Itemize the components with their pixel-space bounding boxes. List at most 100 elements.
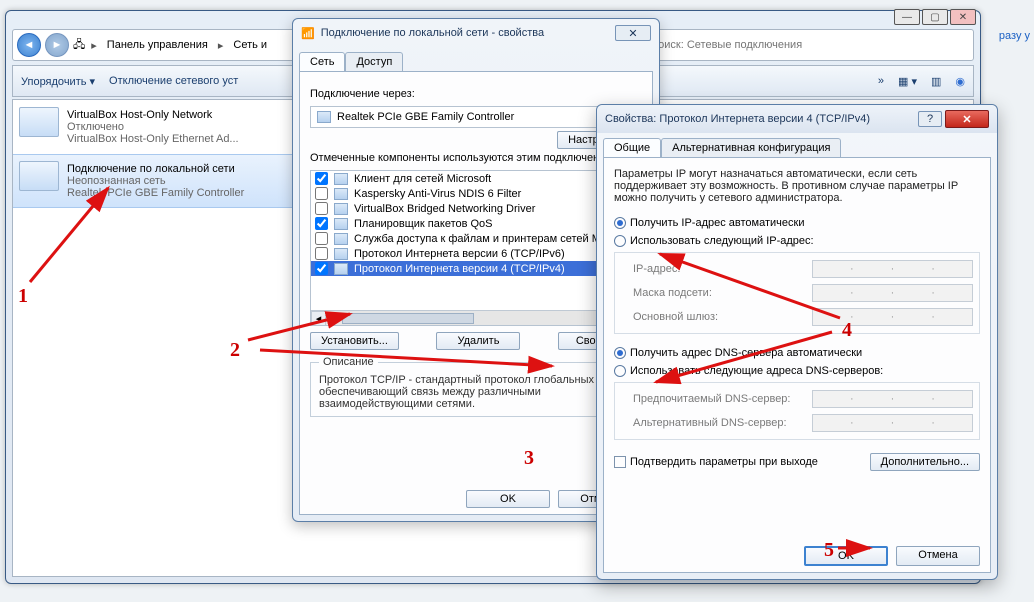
component-checkbox[interactable]	[315, 217, 328, 230]
tab-pane: Параметры IP могут назначаться автоматич…	[603, 157, 991, 573]
overflow-button[interactable]: »	[878, 75, 884, 87]
tab-access[interactable]: Доступ	[345, 52, 403, 71]
component-icon	[334, 263, 348, 275]
description-text: Протокол TCP/IP - стандартный протокол г…	[319, 374, 633, 410]
close-button[interactable]: ✕	[945, 110, 989, 128]
component-checkbox[interactable]	[315, 172, 328, 185]
component-icon	[334, 248, 348, 260]
ip-address-label: IP-адрес:	[633, 263, 808, 275]
preferred-dns-field: ···	[812, 390, 973, 408]
annotation-4: 4	[842, 320, 852, 340]
subnet-mask-field: ···	[812, 284, 973, 302]
close-button[interactable]: ✕	[615, 25, 651, 41]
tab-general[interactable]: Общие	[603, 138, 661, 157]
component-icon	[334, 203, 348, 215]
breadcrumb-item[interactable]: Сеть и	[229, 37, 271, 53]
horizontal-scrollbar[interactable]: ◂ ▸	[311, 310, 641, 325]
component-icon	[334, 233, 348, 245]
close-button[interactable]: ✕	[950, 9, 976, 25]
ip-address-field: ···	[812, 260, 973, 278]
radio-auto-ip[interactable]: Получить IP-адрес автоматически	[614, 214, 980, 232]
subnet-mask-label: Маска подсети:	[633, 287, 808, 299]
nic-icon	[317, 111, 331, 123]
validate-checkbox-row[interactable]: Подтвердить параметры при выходе Дополни…	[614, 450, 980, 474]
dialog-title: Подключение по локальной сети - свойства	[321, 27, 544, 39]
components-list[interactable]: Клиент для сетей Microsoft Kaspersky Ant…	[310, 170, 642, 326]
checkbox-icon[interactable]	[614, 456, 626, 468]
remove-button[interactable]: Удалить	[436, 332, 520, 350]
component-row[interactable]: Планировщик пакетов QoS	[311, 216, 641, 231]
help-icon[interactable]: ◉	[955, 75, 965, 88]
component-checkbox[interactable]	[315, 232, 328, 245]
alternate-dns-label: Альтернативный DNS-сервер:	[633, 417, 808, 429]
component-row[interactable]: Протокол Интернета версии 6 (TCP/IPv6)	[311, 246, 641, 261]
nic-icon	[19, 161, 59, 191]
minimize-button[interactable]: —	[894, 9, 920, 25]
search-input[interactable]	[650, 39, 969, 51]
alternate-dns-field: ···	[812, 414, 973, 432]
component-label: Планировщик пакетов QoS	[354, 218, 493, 230]
dialog-title: Свойства: Протокол Интернета версии 4 (T…	[605, 113, 870, 125]
advanced-button[interactable]: Дополнительно...	[870, 453, 980, 471]
radio-label: Получить IP-адрес автоматически	[630, 217, 804, 229]
help-button[interactable]: ?	[918, 111, 942, 127]
radio-icon[interactable]	[614, 217, 626, 229]
maximize-button[interactable]: ▢	[922, 9, 948, 25]
preview-pane-icon[interactable]: ▥	[931, 75, 941, 88]
component-checkbox[interactable]	[315, 202, 328, 215]
description-heading: Описание	[319, 356, 378, 368]
component-checkbox[interactable]	[315, 187, 328, 200]
forward-button[interactable]: ►	[45, 33, 69, 57]
gateway-label: Основной шлюз:	[633, 311, 808, 323]
disable-device-button[interactable]: Отключение сетевого уст	[109, 75, 238, 87]
breadcrumb-item[interactable]: Панель управления	[103, 37, 212, 53]
component-row-ipv4[interactable]: Протокол Интернета версии 4 (TCP/IPv4)	[311, 261, 641, 276]
component-label: VirtualBox Bridged Networking Driver	[354, 203, 535, 215]
component-checkbox[interactable]	[315, 262, 328, 275]
nic-icon	[19, 107, 59, 137]
components-intro: Отмеченные компоненты используются этим …	[310, 152, 642, 164]
ipv4-properties-window: Свойства: Протокол Интернета версии 4 (T…	[596, 104, 998, 580]
radio-manual-dns[interactable]: Использовать следующие адреса DNS-сервер…	[614, 362, 980, 380]
install-button[interactable]: Установить...	[310, 332, 399, 350]
scroll-thumb[interactable]	[342, 313, 474, 324]
component-label: Служба доступа к файлам и принтерам сете…	[354, 233, 636, 245]
ok-button[interactable]: OK	[804, 546, 888, 566]
dialog-titlebar: Свойства: Протокол Интернета версии 4 (T…	[597, 105, 997, 133]
breadcrumb-sep	[216, 39, 226, 52]
component-row[interactable]: VirtualBox Bridged Networking Driver	[311, 201, 641, 216]
radio-icon[interactable]	[614, 347, 626, 359]
ok-button[interactable]: OK	[466, 490, 550, 508]
component-label: Kaspersky Anti-Virus NDIS 6 Filter	[354, 188, 521, 200]
tab-network[interactable]: Сеть	[299, 52, 345, 71]
description-group: Описание Протокол TCP/IP - стандартный п…	[310, 356, 642, 417]
organize-menu[interactable]: Упорядочить ▾	[21, 75, 95, 88]
radio-manual-ip[interactable]: Использовать следующий IP-адрес:	[614, 232, 980, 250]
component-checkbox[interactable]	[315, 247, 328, 260]
radio-icon[interactable]	[614, 235, 626, 247]
component-row[interactable]: Kaspersky Anti-Virus NDIS 6 Filter	[311, 186, 641, 201]
dialog-titlebar: 📶 Подключение по локальной сети - свойст…	[293, 19, 659, 47]
view-icon[interactable]: ▦ ▾	[898, 75, 917, 88]
adapter-field: Realtek PCIe GBE Family Controller	[310, 106, 642, 128]
intro-text: Параметры IP могут назначаться автоматич…	[614, 168, 980, 204]
component-icon	[334, 218, 348, 230]
preferred-dns-label: Предпочитаемый DNS-сервер:	[633, 393, 808, 405]
component-row[interactable]: Служба доступа к файлам и принтерам сете…	[311, 231, 641, 246]
breadcrumb-sep	[89, 39, 99, 52]
radio-auto-dns[interactable]: Получить адрес DNS-сервера автоматически	[614, 344, 980, 362]
radio-icon[interactable]	[614, 365, 626, 377]
cancel-button[interactable]: Отмена	[896, 546, 980, 566]
annotation-3: 3	[524, 448, 534, 468]
radio-label: Использовать следующий IP-адрес:	[630, 235, 814, 247]
tab-alternative[interactable]: Альтернативная конфигурация	[661, 138, 841, 157]
background-text: разу у	[999, 30, 1030, 42]
gateway-field: ···	[812, 308, 973, 326]
component-row[interactable]: Клиент для сетей Microsoft	[311, 171, 641, 186]
connect-via-label: Подключение через:	[310, 88, 642, 100]
scroll-left-icon[interactable]: ◂	[311, 311, 326, 326]
annotation-2: 2	[230, 340, 240, 360]
component-icon	[334, 173, 348, 185]
component-icon	[334, 188, 348, 200]
back-button[interactable]: ◄	[17, 33, 41, 57]
